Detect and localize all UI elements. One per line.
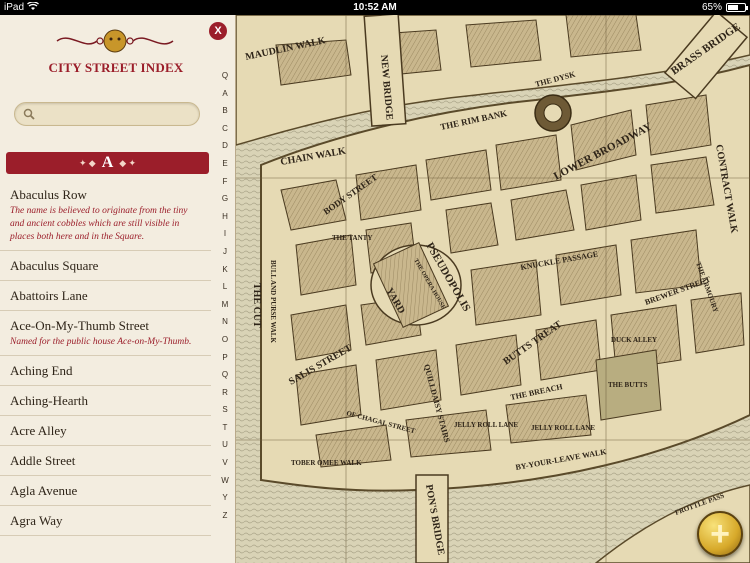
index-letter[interactable]: H: [217, 208, 233, 226]
index-letter[interactable]: G: [217, 190, 233, 208]
index-letter[interactable]: T: [217, 419, 233, 437]
list-item[interactable]: Abaculus Square: [0, 251, 211, 281]
list-item[interactable]: Aching-Hearth: [0, 386, 211, 416]
alphabet-index[interactable]: QABCDEFGHIJKLMNOPQRSTUVWYZ: [217, 67, 233, 524]
index-letter[interactable]: Q: [217, 67, 233, 85]
index-letter[interactable]: L: [217, 278, 233, 296]
index-letter[interactable]: V: [217, 454, 233, 472]
street-index-panel: X CITY STREET INDEX ✦ ◆ A ◆ ✦ QABCDEFGHI…: [0, 15, 236, 563]
street-name: Abaculus Square: [10, 258, 99, 273]
label-the-cut: THE CUT: [251, 283, 262, 328]
index-letter[interactable]: J: [217, 243, 233, 261]
index-letter[interactable]: F: [217, 173, 233, 191]
list-item[interactable]: Addle Street: [0, 446, 211, 476]
map-drawing: MAUDLIN WALK NEW BRIDGE THE RIM BANK THE…: [236, 15, 750, 563]
dysk-icon: [534, 94, 572, 132]
index-letter[interactable]: O: [217, 331, 233, 349]
index-letter[interactable]: D: [217, 137, 233, 155]
label-jelly-roll-lane-2: JELLY ROLL LANE: [531, 424, 595, 432]
section-header: ✦ ◆ A ◆ ✦: [6, 152, 209, 174]
list-item[interactable]: Agla Avenue: [0, 476, 211, 506]
index-letter[interactable]: K: [217, 261, 233, 279]
label-bull-purse: BULL AND PURSE WALK: [269, 260, 277, 343]
index-letter[interactable]: Y: [217, 489, 233, 507]
search-icon: [23, 108, 35, 120]
list-item[interactable]: Abattoirs Lane: [0, 281, 211, 311]
status-bar: iPad 10:52 AM 65%: [0, 0, 750, 15]
label-jelly-roll-lane: JELLY ROLL LANE: [454, 421, 518, 429]
index-letter[interactable]: E: [217, 155, 233, 173]
label-duck-alley: DUCK ALLEY: [611, 336, 657, 344]
city-map[interactable]: MAUDLIN WALK NEW BRIDGE THE RIM BANK THE…: [236, 15, 750, 563]
street-name: Agla Avenue: [10, 483, 78, 498]
street-name: Aching End: [10, 363, 73, 378]
index-letter[interactable]: A: [217, 85, 233, 103]
battery-percent: 65%: [701, 2, 722, 13]
flourish-left-icon: ✦ ◆: [79, 157, 96, 168]
wifi-icon: [27, 0, 39, 14]
clock: 10:52 AM: [353, 2, 397, 13]
index-letter[interactable]: I: [217, 225, 233, 243]
index-letter[interactable]: S: [217, 401, 233, 419]
ornament-icon: [56, 29, 174, 53]
street-name: Abaculus Row: [10, 187, 87, 202]
add-button[interactable]: +: [697, 511, 743, 557]
index-letter[interactable]: P: [217, 349, 233, 367]
index-letter[interactable]: U: [217, 436, 233, 454]
street-note: Named for the public house Ace-on-My-Thu…: [10, 337, 192, 347]
index-letter[interactable]: Q: [217, 366, 233, 384]
street-name: Addle Street: [10, 453, 76, 468]
label-tanty: THE TANTY: [332, 234, 372, 242]
street-list: Abaculus Row The name is believed to orig…: [0, 180, 211, 536]
search-input[interactable]: [14, 102, 200, 126]
flourish-right-icon: ◆ ✦: [119, 157, 136, 168]
section-letter: A: [101, 154, 114, 171]
carrier-label: iPad: [4, 2, 25, 13]
list-item[interactable]: Aching End: [0, 356, 211, 386]
index-letter[interactable]: B: [217, 102, 233, 120]
battery-icon: [726, 3, 748, 12]
label-tober-omee: TOBER OMEE WALK: [291, 459, 362, 467]
index-letter[interactable]: N: [217, 313, 233, 331]
list-item[interactable]: Agra Way: [0, 506, 211, 536]
panel-title: CITY STREET INDEX: [48, 60, 184, 75]
close-button[interactable]: X: [209, 22, 227, 40]
street-name: Abattoirs Lane: [10, 288, 88, 303]
list-item[interactable]: Ace-On-My-Thumb Street Named for the publ…: [0, 311, 211, 356]
list-item[interactable]: Acre Alley: [0, 416, 211, 446]
street-name: Ace-On-My-Thumb Street: [10, 318, 149, 333]
label-the-butts: THE BUTTS: [608, 381, 648, 389]
street-name: Aching-Hearth: [10, 393, 88, 408]
index-letter[interactable]: W: [217, 472, 233, 490]
street-name: Acre Alley: [10, 423, 67, 438]
list-item[interactable]: Abaculus Row The name is believed to orig…: [0, 180, 211, 251]
index-letter[interactable]: R: [217, 384, 233, 402]
index-letter[interactable]: Z: [217, 507, 233, 525]
index-letter[interactable]: C: [217, 120, 233, 138]
street-name: Agra Way: [10, 513, 63, 528]
index-letter[interactable]: M: [217, 296, 233, 314]
street-note: The name is believed to originate from t…: [10, 206, 188, 242]
